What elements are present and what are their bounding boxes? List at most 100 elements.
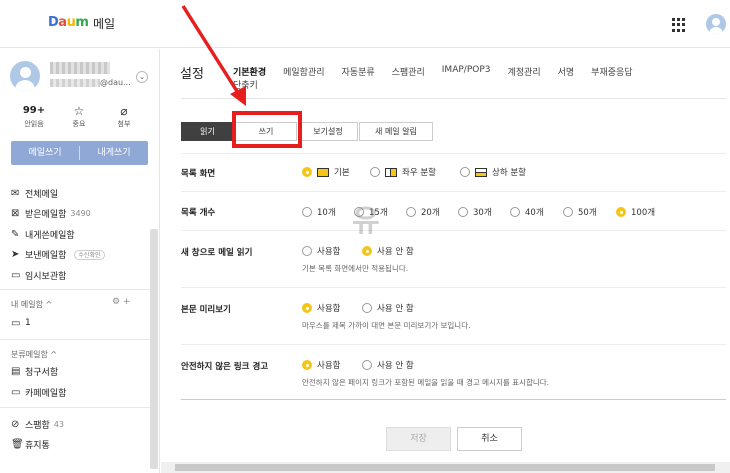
list-count-10-option[interactable]: 10개 xyxy=(302,206,336,218)
service-name[interactable]: 메일 xyxy=(93,15,115,32)
list-count-30-option[interactable]: 30개 xyxy=(458,206,492,218)
list-view-basic-option[interactable]: 기본 xyxy=(302,166,350,178)
send-icon: ➤ xyxy=(11,249,20,261)
new-window-description: 기본 목록 화면에서만 적용됩니다. xyxy=(302,264,409,273)
divider xyxy=(181,287,726,288)
avatar[interactable] xyxy=(706,14,726,34)
cancel-button[interactable]: 취소 xyxy=(457,427,522,451)
folder-icon: ▭ xyxy=(11,269,21,281)
profile-email: @dau... xyxy=(100,78,131,87)
tab-account-manage[interactable]: 계정관리 xyxy=(507,65,540,78)
sidebar-item-trash[interactable]: 🗑 휴지통 xyxy=(11,434,149,455)
quick-important[interactable]: ☆ 중요 xyxy=(59,105,99,129)
sidebar-item-to-self[interactable]: ✎ 내게쓴메일함 xyxy=(11,224,149,245)
radio[interactable] xyxy=(370,167,380,177)
quick-attachment[interactable]: ⌀ 첨부 xyxy=(104,105,144,129)
list-view-split-tb-option[interactable]: 상하 분할 xyxy=(460,166,526,178)
settings-panel: 설정 기본환경 메일함관리 자동분류 스팸관리 IMAP/POP3 계정관리 서… xyxy=(161,49,730,473)
write-to-self-button[interactable]: 내게쓰기 xyxy=(80,141,148,165)
sidebar-item-cafe[interactable]: ▭ 카페메일함 xyxy=(11,382,149,403)
profile-chevron-down-icon[interactable]: ⌄ xyxy=(136,71,148,83)
quick-unread[interactable]: 99+ 안읽음 xyxy=(14,105,54,129)
sidebar-item-inbox[interactable]: ⊠ 받은메일함 3490 xyxy=(11,204,149,225)
my-mailbox-tools[interactable]: ⚙ + xyxy=(112,297,130,307)
folder-icon: ▭ xyxy=(11,317,21,329)
unsafe-link-on-option[interactable]: 사용함 xyxy=(302,359,340,371)
tab-mailbox-manage[interactable]: 메일함관리 xyxy=(283,65,324,78)
tab-auto-filter[interactable]: 자동분류 xyxy=(342,65,375,78)
category-mailbox-title[interactable]: 분류메일함 ^ xyxy=(11,349,57,360)
divider xyxy=(0,407,150,408)
sidebar-item-all-mail[interactable]: ✉ 전체메일 xyxy=(11,183,149,204)
divider xyxy=(0,339,150,340)
tab-signature[interactable]: 서명 xyxy=(558,65,575,78)
segment-view-settings[interactable]: 보기설정 xyxy=(298,122,358,141)
profile-avatar[interactable] xyxy=(10,61,40,91)
folder-list: ✉ 전체메일 ⊠ 받은메일함 3490 ✎ 내게쓴메일함 ➤ 보낸메일함 수신확… xyxy=(11,183,149,286)
list-view-label: 목록 화면 xyxy=(181,169,216,179)
new-window-label: 새 창으로 메일 읽기 xyxy=(181,248,253,258)
segment-write[interactable]: 쓰기 xyxy=(235,122,297,141)
page-title: 설정 xyxy=(180,67,204,82)
segment-new-mail-alert[interactable]: 새 메일 알림 xyxy=(359,122,433,141)
save-button[interactable]: 저장 xyxy=(386,427,451,451)
sidebar: @dau... ⌄ 99+ 안읽음 ☆ 중요 ⌀ 첨부 메일쓰기 내게쓰기 ✉ … xyxy=(0,49,160,473)
paperclip-icon: ⌀ xyxy=(120,104,128,118)
sidebar-item-sent[interactable]: ➤ 보낸메일함 수신확인 xyxy=(11,245,149,266)
daum-logo[interactable]: Daum xyxy=(48,15,89,30)
sidebar-scrollbar[interactable] xyxy=(150,229,158,469)
divider xyxy=(181,98,726,99)
read-receipt-badge[interactable]: 수신확인 xyxy=(74,249,105,260)
sidebar-item-spam[interactable]: ⊘ 스팸함 43 xyxy=(11,414,149,435)
segment-read[interactable]: 읽기 xyxy=(181,122,234,141)
tab-imap-pop3[interactable]: IMAP/POP3 xyxy=(442,65,491,78)
radio-selected[interactable] xyxy=(302,167,312,177)
list-count-15-option[interactable]: 15개 xyxy=(354,206,388,218)
sidebar-item-drafts[interactable]: ▭ 임시보관함 xyxy=(11,265,149,286)
folder-icon: ▭ xyxy=(11,386,21,398)
list-view-split-lr-option[interactable]: 좌우 분할 xyxy=(370,166,436,178)
layout-split-vertical-icon xyxy=(475,167,487,177)
list-count-100-option[interactable]: 100개 xyxy=(616,206,655,218)
write-button-group: 메일쓰기 내게쓰기 xyxy=(11,141,148,165)
preview-on-option[interactable]: 사용함 xyxy=(302,302,340,314)
unsafe-link-label: 안전하지 않은 링크 경고 xyxy=(181,362,269,372)
divider xyxy=(181,344,726,345)
radio[interactable] xyxy=(460,167,470,177)
write-mail-button[interactable]: 메일쓰기 xyxy=(11,141,79,165)
divider xyxy=(0,289,150,290)
my-mailbox-title[interactable]: 내 메일함 ^ xyxy=(11,299,52,310)
list-count-40-option[interactable]: 40개 xyxy=(510,206,544,218)
layout-basic-icon xyxy=(317,167,329,177)
settings-tabs: 기본환경 메일함관리 자동분류 스팸관리 IMAP/POP3 계정관리 서명 부… xyxy=(233,65,650,78)
preview-description: 마우스를 제목 가까이 대면 본문 미리보기가 보입니다. xyxy=(302,321,471,330)
tab-basic[interactable]: 기본환경 xyxy=(233,65,266,78)
apps-grid-icon[interactable] xyxy=(672,18,686,32)
divider xyxy=(181,191,726,192)
tab-shortcut-keys[interactable]: 단축키 xyxy=(233,78,258,91)
layout-split-horizontal-icon xyxy=(385,167,397,177)
divider xyxy=(181,153,726,154)
preview-label: 본문 미리보기 xyxy=(181,305,231,315)
horizontal-scrollbar[interactable] xyxy=(161,462,730,473)
sidebar-item-bills[interactable]: ▤ 청구서함 xyxy=(11,361,149,382)
new-window-on-option[interactable]: 사용함 xyxy=(302,245,340,257)
preview-off-option[interactable]: 사용 안 함 xyxy=(362,302,414,314)
mail-icon: ✉ xyxy=(11,187,20,199)
list-count-20-option[interactable]: 20개 xyxy=(406,206,440,218)
unsafe-link-off-option[interactable]: 사용 안 함 xyxy=(362,359,414,371)
block-icon: ⊘ xyxy=(11,418,20,430)
divider xyxy=(181,399,726,400)
new-window-off-option[interactable]: 사용 안 함 xyxy=(362,245,414,257)
tab-auto-reply[interactable]: 부재중응답 xyxy=(591,65,632,78)
star-icon: ☆ xyxy=(73,104,85,118)
tab-spam-manage[interactable]: 스팸관리 xyxy=(392,65,425,78)
pencil-icon: ✎ xyxy=(11,228,20,240)
receipt-icon: ▤ xyxy=(11,365,21,377)
list-count-label: 목록 개수 xyxy=(181,208,216,218)
trash-icon: 🗑 xyxy=(11,438,24,450)
sidebar-item-folder-1[interactable]: ▭ 1 xyxy=(11,313,149,334)
list-count-50-option[interactable]: 50개 xyxy=(563,206,597,218)
divider xyxy=(181,230,726,231)
profile-name-redacted xyxy=(50,62,110,74)
